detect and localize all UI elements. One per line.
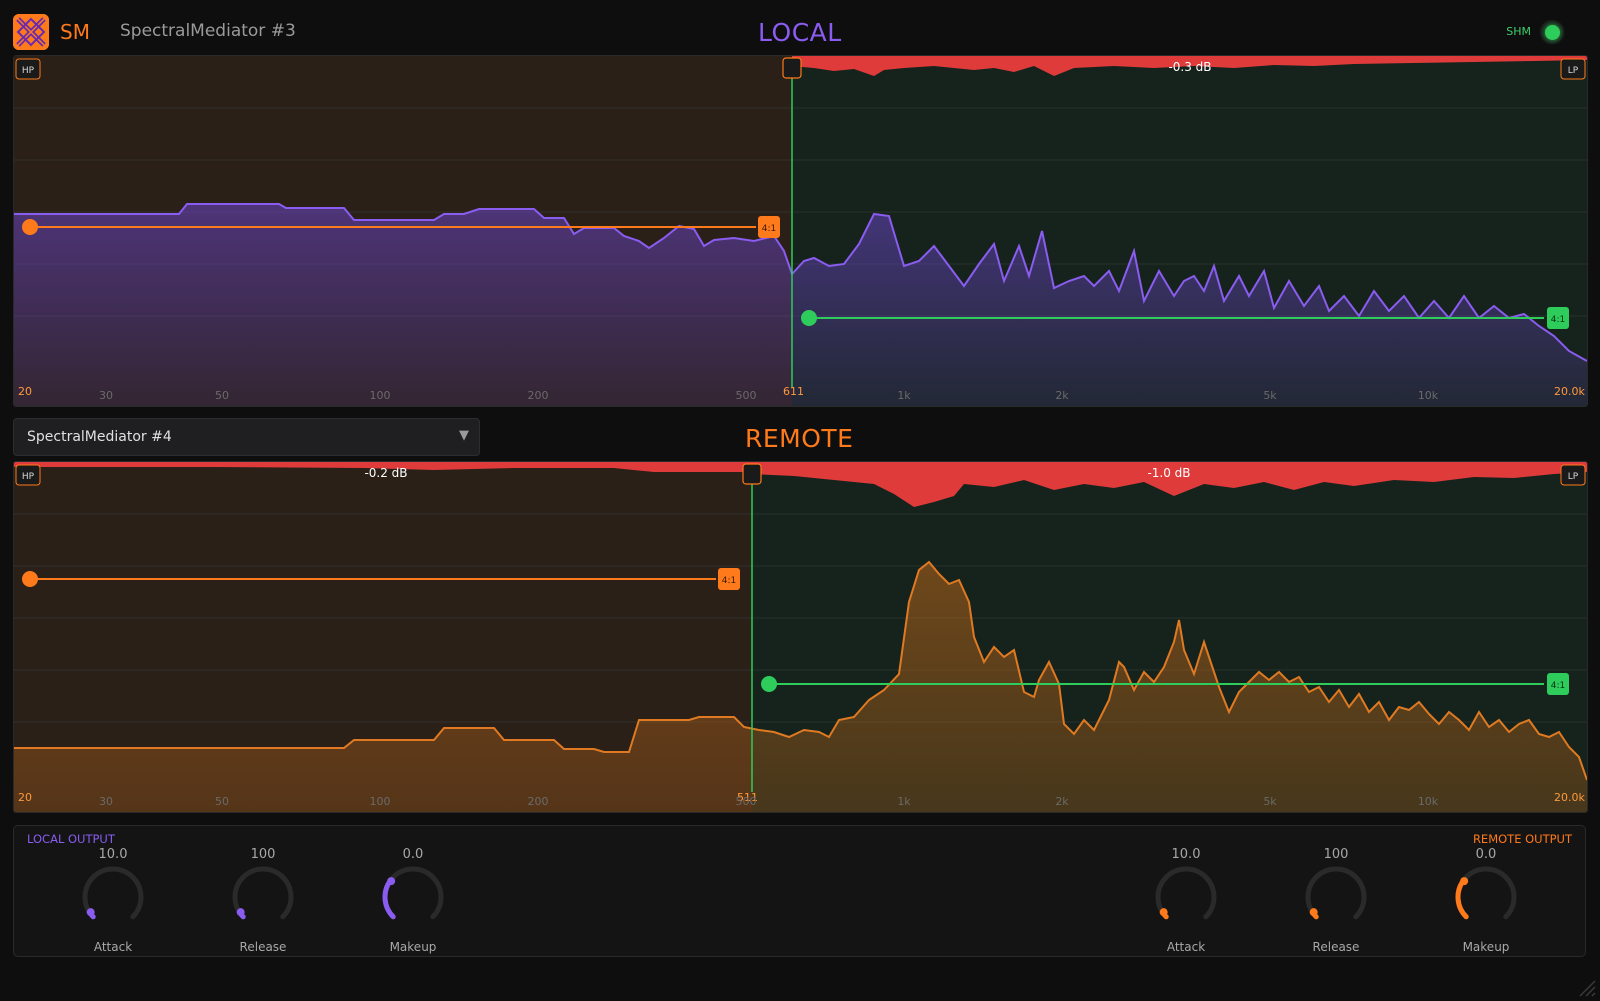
knob-indicator [1309, 908, 1318, 917]
remote-source-dropdown[interactable]: SpectralMediator #4 ▼ [13, 418, 480, 456]
knob-indicator [236, 908, 245, 917]
knob-value-arc [1455, 878, 1469, 920]
freq-min-label: 20 [18, 791, 32, 804]
remote-release-knob[interactable] [1301, 862, 1371, 932]
instance-name: SpectralMediator #3 [120, 21, 296, 41]
freq-tick-label: 5k [1263, 389, 1277, 402]
high-threshold-handle[interactable] [761, 676, 777, 692]
hp-label: HP [22, 472, 35, 482]
local-release-knob-group: 100 Release [208, 847, 318, 954]
knob-label: Makeup [1462, 940, 1510, 954]
freq-tick-label: 200 [528, 389, 549, 402]
low-ratio-label: 4:1 [722, 576, 736, 586]
dropdown-arrow-icon: ▼ [459, 428, 469, 443]
crossover-freq-label: 611 [783, 385, 804, 398]
local-spectrum-panel[interactable]: 4:1 4:1 HP LP -0.3 dB 20 611 20.0k 30 50… [13, 55, 1588, 407]
knob-value: 100 [250, 847, 276, 862]
freq-max-label: 20.0k [1554, 385, 1585, 398]
low-threshold-handle[interactable] [22, 219, 38, 235]
knob-label: Release [1312, 940, 1360, 954]
freq-tick-label: 500 [736, 795, 757, 808]
freq-tick-label: 2k [1055, 795, 1069, 808]
knob-track [1455, 866, 1517, 920]
knob-track [382, 866, 444, 920]
resize-grip-icon[interactable] [1574, 975, 1596, 997]
local-title: LOCAL [758, 18, 842, 47]
knob-indicator [1460, 877, 1469, 886]
logo-mark-icon [13, 14, 49, 50]
local-attack-knob-group: 10.0 Attack [58, 847, 168, 954]
freq-tick-label: 50 [215, 389, 229, 402]
freq-max-label: 20.0k [1554, 791, 1585, 804]
high-ratio-label: 4:1 [1551, 315, 1565, 325]
local-attack-knob[interactable] [78, 862, 148, 932]
knob-value: 100 [1323, 847, 1349, 862]
knob-indicator [1159, 908, 1168, 917]
freq-tick-label: 1k [897, 389, 911, 402]
high-threshold-handle[interactable] [801, 310, 817, 326]
remote-attack-knob-group: 10.0 Attack [1131, 847, 1241, 954]
knob-indicator [86, 908, 95, 917]
lp-label: LP [1568, 66, 1579, 76]
remote-spectrum-panel[interactable]: 4:1 4:1 HP LP -0.2 dB -1.0 dB 20 511 20.… [13, 461, 1588, 813]
local-output-label: LOCAL OUTPUT [27, 832, 115, 846]
low-threshold-handle[interactable] [22, 571, 38, 587]
knob-label: Makeup [389, 940, 437, 954]
local-makeup-knob[interactable] [378, 862, 448, 932]
knob-label: Attack [1166, 940, 1206, 954]
freq-tick-label: 10k [1418, 389, 1439, 402]
freq-tick-label: 100 [370, 795, 391, 808]
knob-value: 0.0 [402, 847, 424, 862]
knob-value: 10.0 [1171, 847, 1201, 862]
knob-value: 0.0 [1475, 847, 1497, 862]
high-ratio-label: 4:1 [1551, 681, 1565, 691]
freq-tick-label: 30 [99, 389, 113, 402]
hp-label: HP [22, 66, 35, 76]
crossover-handle[interactable] [742, 463, 762, 485]
knob-label: Release [239, 940, 287, 954]
remote-makeup-knob-group: 0.0 Makeup [1431, 847, 1541, 954]
freq-min-label: 20 [18, 385, 32, 398]
knob-indicator [387, 877, 396, 886]
remote-makeup-knob[interactable] [1451, 862, 1521, 932]
freq-tick-label: 500 [736, 389, 757, 402]
lp-label: LP [1568, 472, 1579, 482]
local-makeup-knob-group: 0.0 Makeup [358, 847, 468, 954]
low-ratio-label: 4:1 [762, 224, 776, 234]
remote-title: REMOTE [745, 424, 854, 453]
app-logo [13, 14, 49, 50]
shm-label: SHM [1506, 25, 1531, 38]
freq-tick-label: 5k [1263, 795, 1277, 808]
remote-attack-knob[interactable] [1151, 862, 1221, 932]
low-gain-reduction-readout: -0.2 dB [364, 466, 407, 480]
knob-label: Attack [93, 940, 133, 954]
knob-value: 10.0 [98, 847, 128, 862]
high-gain-reduction-readout: -1.0 dB [1147, 466, 1190, 480]
crossover-handle[interactable] [782, 57, 802, 79]
freq-tick-label: 10k [1418, 795, 1439, 808]
freq-tick-label: 30 [99, 795, 113, 808]
local-release-knob[interactable] [228, 862, 298, 932]
freq-tick-label: 50 [215, 795, 229, 808]
remote-output-label: REMOTE OUTPUT [1472, 832, 1572, 846]
freq-tick-label: 1k [897, 795, 911, 808]
freq-tick-label: 200 [528, 795, 549, 808]
freq-tick-label: 2k [1055, 389, 1069, 402]
shm-status-indicator[interactable] [1540, 20, 1564, 44]
remote-release-knob-group: 100 Release [1281, 847, 1391, 954]
gain-reduction-readout: -0.3 dB [1168, 60, 1211, 74]
brand-label: SM [60, 20, 90, 44]
remote-source-value: SpectralMediator #4 [27, 429, 172, 445]
knob-value-arc [382, 878, 396, 920]
output-panel: LOCAL OUTPUT REMOTE OUTPUT 10.0 Attack 1… [13, 825, 1586, 957]
freq-tick-label: 100 [370, 389, 391, 402]
